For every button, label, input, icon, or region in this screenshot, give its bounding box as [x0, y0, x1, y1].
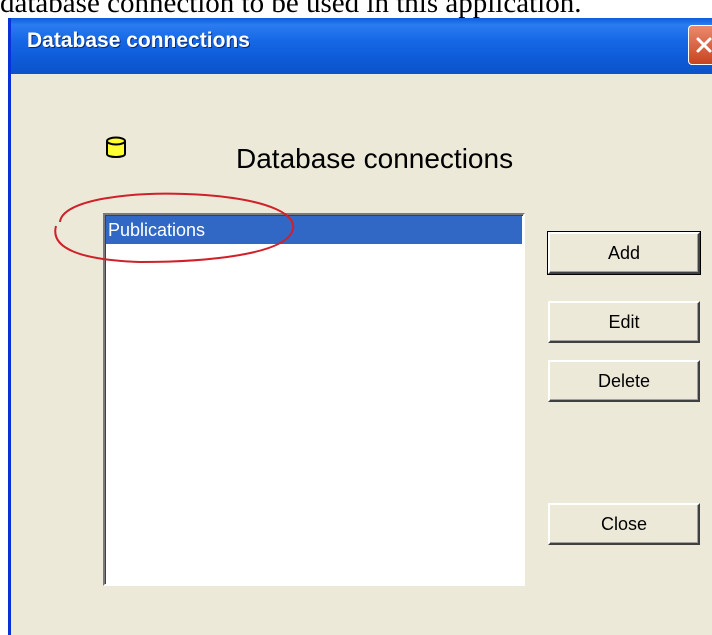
close-window-button[interactable]: [688, 25, 712, 65]
document-text: database connection to be used in this a…: [0, 0, 582, 19]
title-bar[interactable]: Database connections: [11, 18, 712, 74]
dialog-heading: Database connections: [236, 143, 514, 174]
database-cylinder-icon: [106, 136, 126, 158]
connections-list[interactable]: Publications: [103, 213, 525, 586]
delete-button[interactable]: Delete: [548, 360, 700, 402]
close-x-icon: [696, 37, 712, 53]
window-title: Database connections: [27, 29, 250, 52]
database-connections-window: Database connections Database connection…: [8, 18, 712, 635]
close-button[interactable]: Close: [548, 503, 700, 545]
list-item-publications[interactable]: Publications: [106, 216, 522, 244]
edit-button[interactable]: Edit: [548, 301, 700, 343]
add-button[interactable]: Add: [547, 231, 701, 275]
